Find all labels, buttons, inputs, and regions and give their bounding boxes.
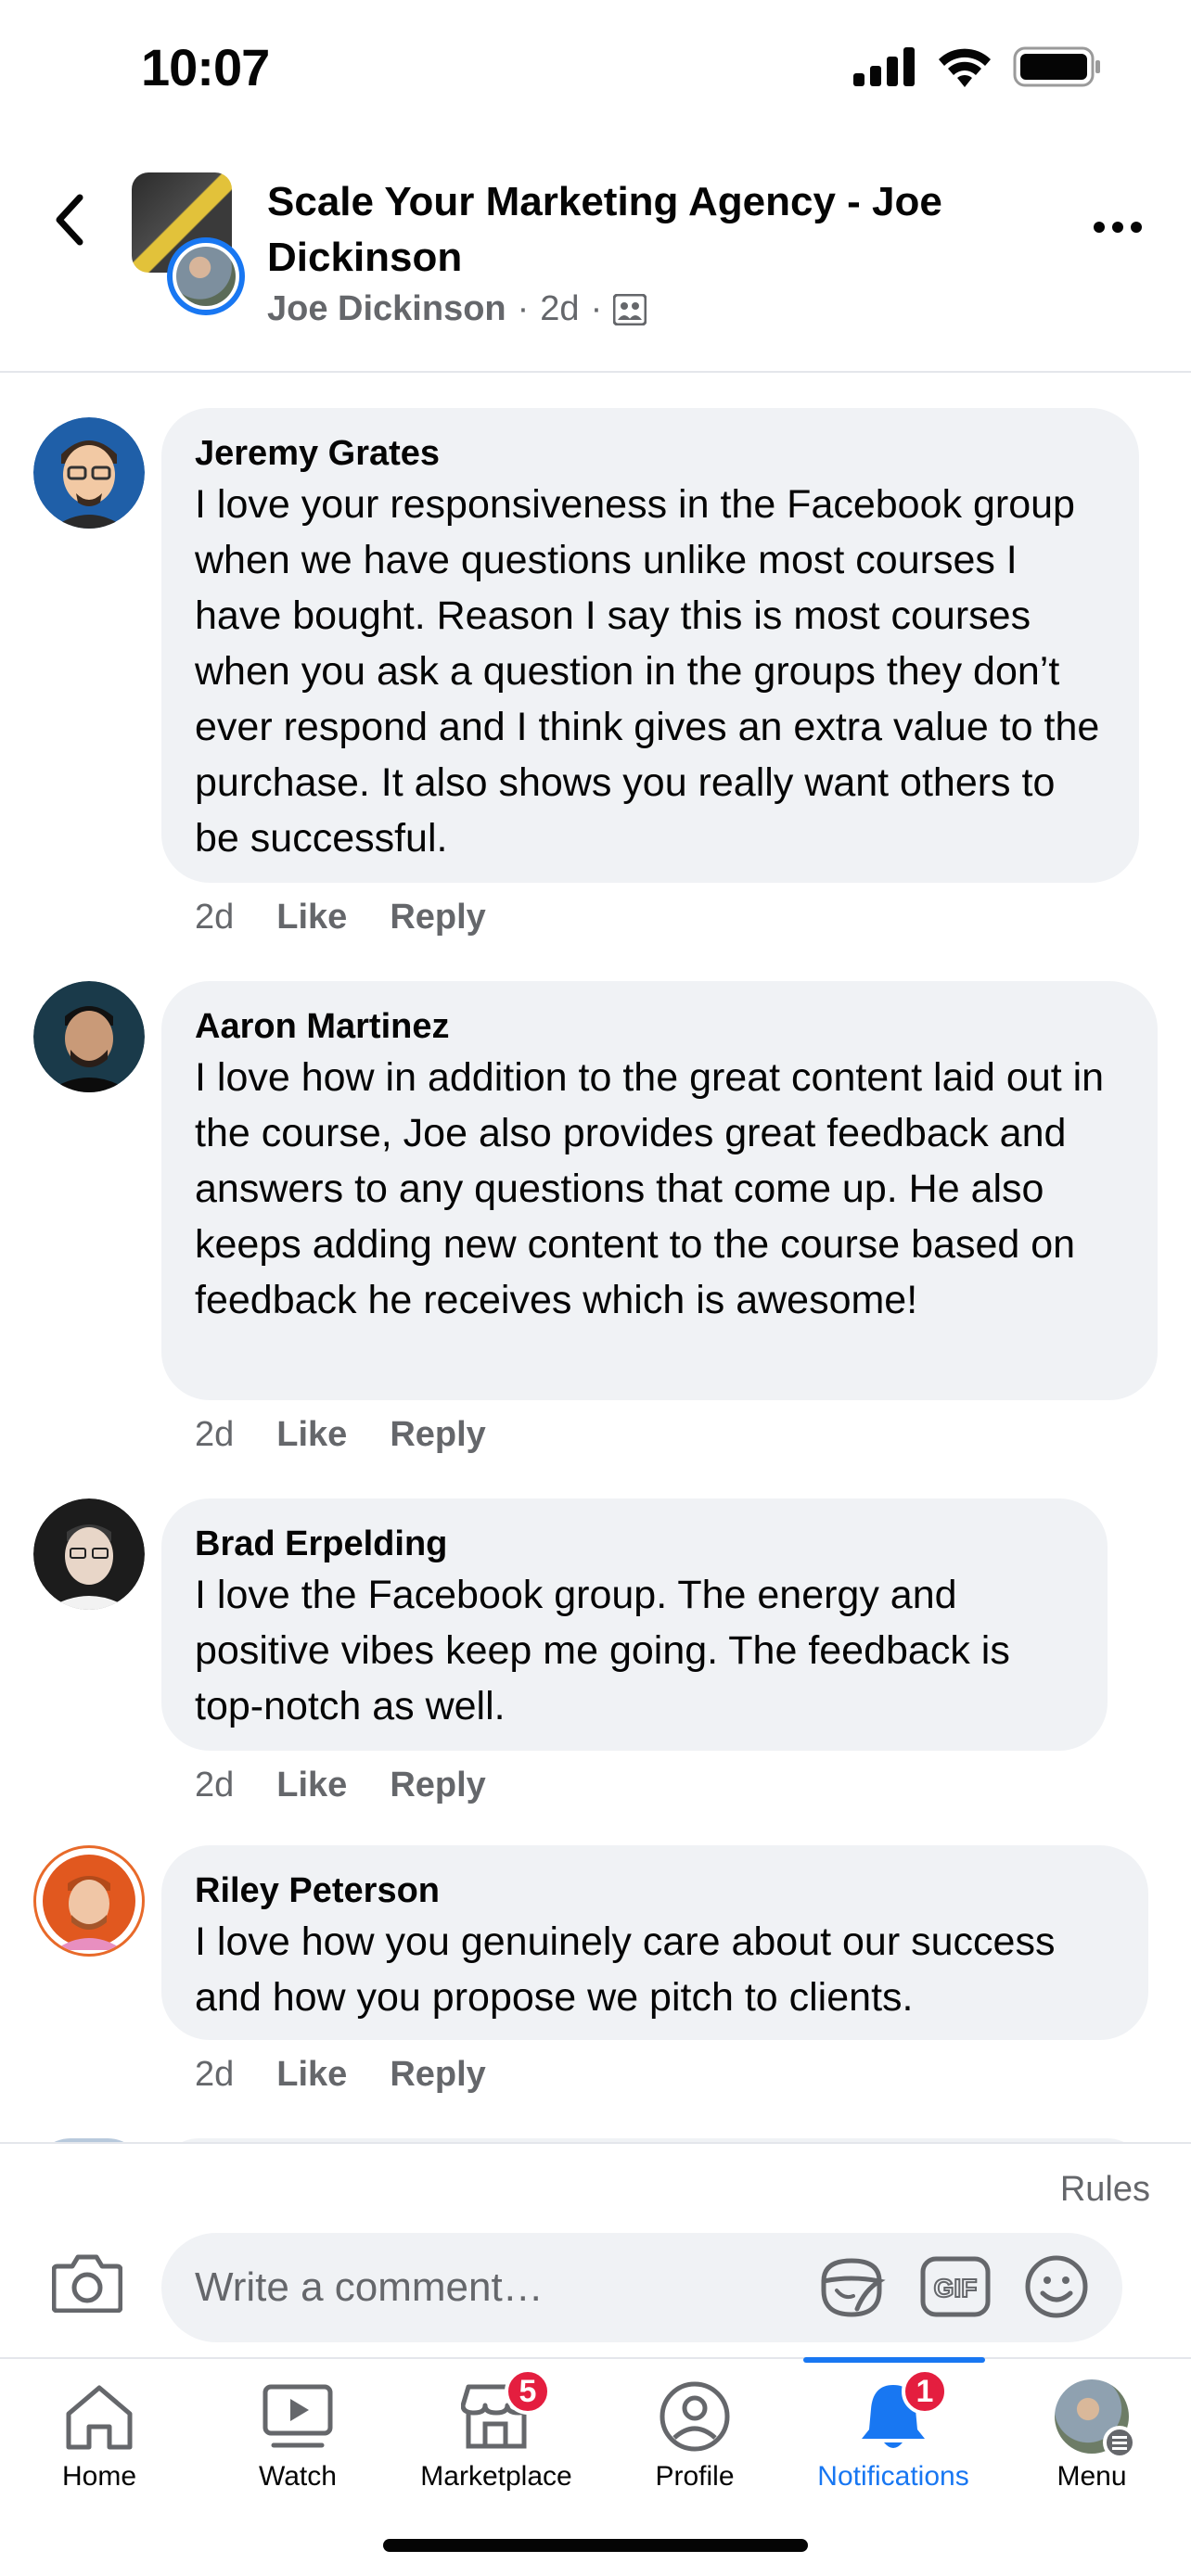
- commenter-name[interactable]: Riley Peterson: [195, 1868, 1115, 1914]
- tab-label: Watch: [259, 2461, 337, 2492]
- home-icon: [66, 2385, 133, 2450]
- composer-icons: GIF: [816, 2253, 1089, 2320]
- post-header: Scale Your Marketing Agency - Joe Dickin…: [0, 139, 1191, 373]
- comment-list: Jeremy Grates I love your responsiveness…: [0, 375, 1191, 2142]
- chevron-left-icon: [56, 194, 83, 246]
- commenter-name[interactable]: Aaron Martinez: [195, 1003, 1124, 1050]
- emoji-icon[interactable]: [1024, 2254, 1089, 2319]
- like-button[interactable]: Like: [276, 2055, 347, 2095]
- like-button[interactable]: Like: [276, 898, 347, 937]
- meta-separator: ·: [517, 289, 530, 328]
- sticker-icon[interactable]: [816, 2253, 887, 2320]
- gif-icon[interactable]: GIF: [920, 2256, 991, 2317]
- tab-label: Menu: [1057, 2461, 1127, 2492]
- avatar-illustration: [33, 417, 145, 529]
- group-icon: [613, 293, 647, 325]
- post-age: 2d: [540, 289, 580, 328]
- comment-bubble: Jeremy Grates I love your responsiveness…: [161, 408, 1139, 883]
- author-avatar: [167, 237, 245, 315]
- battery-icon: [1013, 46, 1100, 87]
- tab-menu[interactable]: Menu: [992, 2359, 1191, 2507]
- gif-label: GIF: [934, 2274, 978, 2302]
- status-time: 10:07: [141, 38, 270, 96]
- comment-text: I love your responsiveness in the Facebo…: [195, 482, 1100, 861]
- post-author[interactable]: Joe Dickinson: [267, 289, 506, 329]
- tab-notifications[interactable]: 1 Notifications: [794, 2359, 992, 2507]
- tab-label: Profile: [655, 2461, 735, 2492]
- comment-text: I love how in addition to the great cont…: [195, 1055, 1105, 1322]
- comment-bubble: Aaron Martinez I love how in addition to…: [161, 981, 1158, 1400]
- marketplace-badge: 5: [505, 2368, 551, 2415]
- like-button[interactable]: Like: [276, 1415, 347, 1455]
- reply-button[interactable]: Reply: [390, 2055, 485, 2095]
- tab-label: Notifications: [817, 2461, 969, 2492]
- comment-bubble: Brad Erpelding I love the Facebook group…: [161, 1498, 1108, 1751]
- comment-composer: Rules Write a comment… GIF: [0, 2142, 1191, 2357]
- comment-age: 2d: [195, 1415, 235, 1454]
- like-button[interactable]: Like: [276, 1766, 347, 1805]
- commenter-avatar[interactable]: [33, 1845, 145, 1957]
- comment-bubble: Riley Peterson I love how you genuinely …: [161, 1845, 1148, 2040]
- commenter-name[interactable]: Jeremy Grates: [195, 430, 1106, 477]
- watch-icon: [263, 2384, 333, 2448]
- tab-label: Marketplace: [420, 2461, 572, 2492]
- profile-icon: [660, 2381, 730, 2452]
- comment-age: 2d: [195, 2055, 235, 2094]
- commenter-avatar[interactable]: [33, 981, 145, 1092]
- group-title[interactable]: Scale Your Marketing Agency - Joe Dickin…: [267, 174, 1037, 286]
- comment-age: 2d: [195, 1766, 235, 1804]
- home-indicator: [383, 2539, 808, 2552]
- menu-avatar: [1055, 2379, 1136, 2459]
- meta-separator: ·: [590, 289, 603, 328]
- comment-actions: 2d Like Reply: [195, 1415, 486, 1455]
- avatar-photo: [33, 1498, 145, 1610]
- comment-text: I love the Facebook group. The energy an…: [195, 1573, 1010, 1728]
- tab-marketplace[interactable]: 5 Marketplace: [397, 2359, 596, 2507]
- reply-button[interactable]: Reply: [390, 898, 485, 937]
- comment-actions: 2d Like Reply: [195, 1766, 486, 1805]
- comment-input[interactable]: Write a comment… GIF: [161, 2233, 1122, 2342]
- status-icons: [853, 46, 1102, 87]
- comment-text: I love how you genuinely care about our …: [195, 1919, 1056, 2020]
- tab-label: Home: [61, 2461, 137, 2492]
- notifications-badge: 1: [902, 2368, 948, 2415]
- tab-profile[interactable]: Profile: [596, 2359, 794, 2507]
- camera-icon: [51, 2254, 123, 2314]
- comment-actions: 2d Like Reply: [195, 2055, 486, 2095]
- camera-button[interactable]: [51, 2251, 123, 2314]
- reply-button[interactable]: Reply: [390, 1766, 485, 1805]
- wifi-icon: [939, 48, 991, 87]
- comment-age: 2d: [195, 898, 235, 937]
- post-meta: Joe Dickinson · 2d ·: [267, 289, 647, 329]
- back-button[interactable]: [41, 187, 96, 252]
- status-bar: 10:07: [0, 0, 1191, 139]
- signal-icon: [853, 47, 915, 86]
- commenter-avatar[interactable]: [33, 1498, 145, 1610]
- tab-home[interactable]: Home: [0, 2359, 198, 2507]
- tab-watch[interactable]: Watch: [198, 2359, 397, 2507]
- group-avatar[interactable]: [132, 172, 252, 315]
- commenter-name[interactable]: Brad Erpelding: [195, 1521, 1074, 1567]
- menu-lines-icon: [1103, 2426, 1136, 2459]
- more-horizontal-icon: [1094, 222, 1105, 233]
- comment-placeholder: Write a comment…: [195, 2264, 544, 2310]
- rules-link[interactable]: Rules: [1060, 2170, 1150, 2210]
- avatar-photo: [33, 981, 145, 1092]
- commenter-avatar[interactable]: [33, 417, 145, 529]
- comment-actions: 2d Like Reply: [195, 898, 486, 937]
- reply-button[interactable]: Reply: [390, 1415, 485, 1455]
- more-options-button[interactable]: [1085, 204, 1150, 250]
- avatar-photo: [43, 1855, 135, 1950]
